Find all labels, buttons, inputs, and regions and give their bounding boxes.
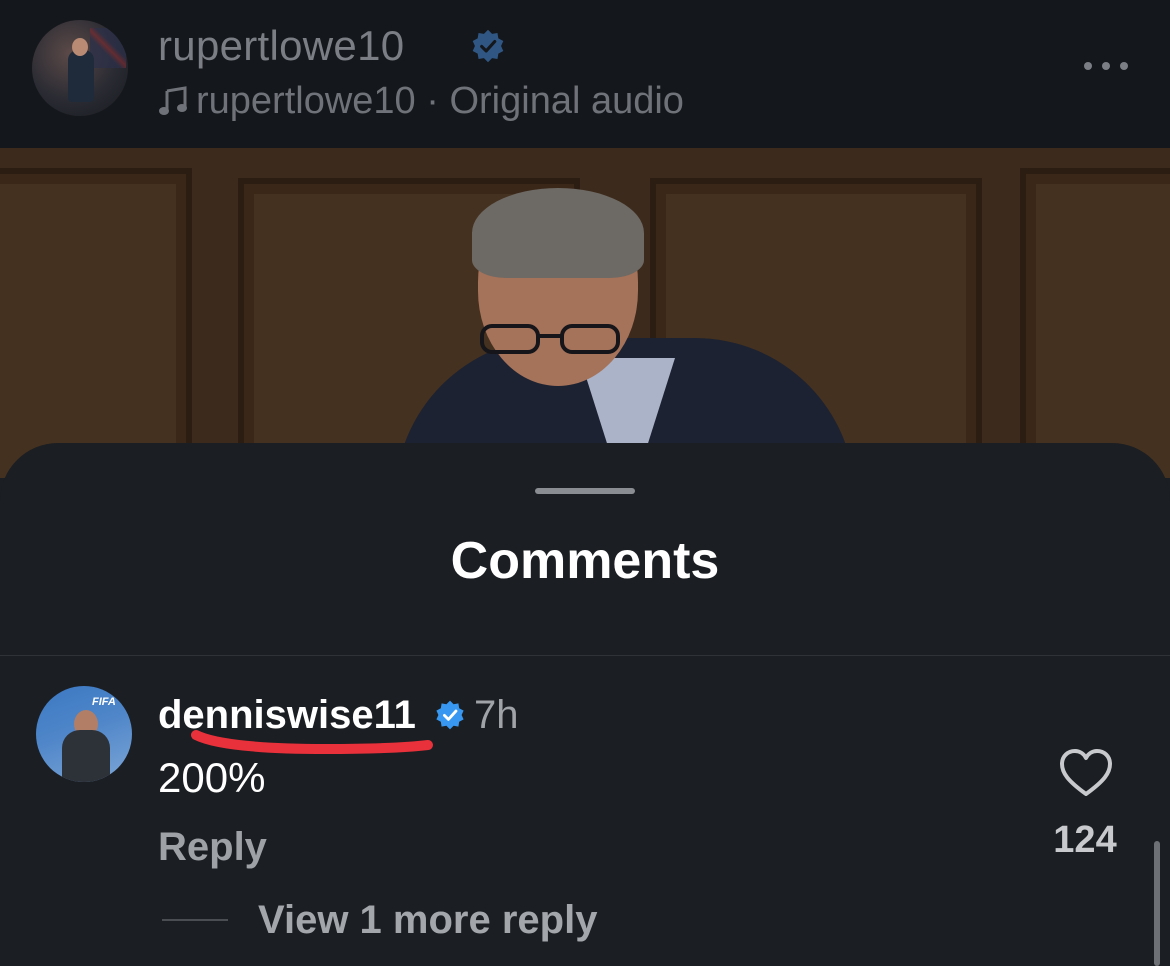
music-note-icon [159,86,187,115]
verified-badge-icon [472,29,504,63]
like-count: 124 [1053,819,1117,861]
replies-connector-line [162,919,228,921]
avatar-figure [62,730,110,782]
speaker-hair [472,188,644,278]
wood-panel [0,168,192,478]
commenter-avatar[interactable]: FIFA [36,686,132,782]
comment-text: 200% [158,754,266,801]
more-options-icon[interactable] [1082,56,1130,76]
comment-timestamp: 7h [474,693,519,737]
poster-avatar[interactable] [32,20,128,116]
flag-backdrop [90,28,126,68]
scrollbar[interactable] [1154,841,1160,966]
avatar-figure [68,50,94,102]
sheet-grabber[interactable] [535,488,635,494]
reel-header: rupertlowe10 rupertlowe10 · Original aud… [0,0,1170,148]
fifa-logo: FIFA [92,696,116,708]
speaker-glasses [480,324,620,354]
original-audio-link[interactable]: rupertlowe10 · Original audio [158,80,684,123]
reply-button[interactable]: Reply [158,825,267,870]
poster-username[interactable]: rupertlowe10 [158,22,404,70]
reel-video[interactable] [0,148,1170,478]
wood-panel [1020,168,1170,478]
view-more-replies-button[interactable]: View 1 more reply [258,898,597,943]
sheet-title: Comments [450,532,720,590]
verified-badge-icon [436,700,464,730]
audio-text: rupertlowe10 · Original audio [196,80,684,122]
divider [0,655,1170,656]
comments-sheet: Comments FIFA denniswise11 7h 200% Reply… [0,443,1170,966]
heart-icon[interactable] [1058,747,1114,799]
avatar-head [72,38,88,56]
